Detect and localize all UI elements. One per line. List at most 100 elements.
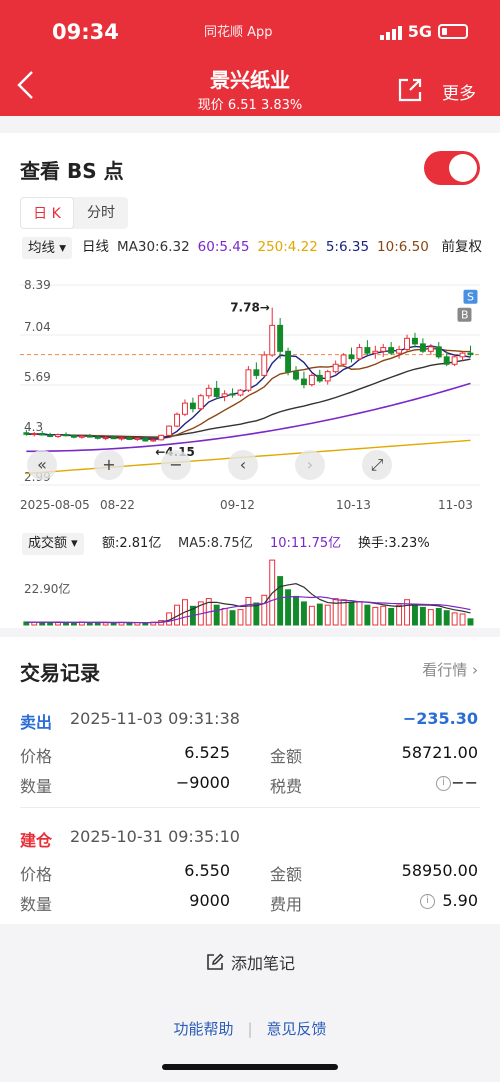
- kline-chart[interactable]: 8.397.045.694.32.997.78→←4.15SB«+−‹›⤢202…: [20, 273, 480, 513]
- candle-body: [427, 346, 434, 352]
- volume-ma5: MA5:8.75亿: [178, 536, 253, 551]
- ma-legend-item: 日线: [82, 239, 109, 255]
- candle-body: [332, 363, 339, 373]
- control-glyph: ‹: [240, 455, 246, 474]
- volume-bar: [419, 606, 426, 626]
- ma5-line: [26, 345, 471, 440]
- more-button[interactable]: 更多: [442, 79, 476, 104]
- bs-title: 查看 BS 点: [20, 159, 124, 183]
- price-value: 6.550: [184, 861, 230, 880]
- volume-bar: [467, 618, 474, 626]
- home-indicator: [162, 1064, 338, 1070]
- tab-daily-k[interactable]: 日 K: [20, 197, 74, 229]
- price-line: 现价 6.51 3.83%: [197, 98, 303, 113]
- y-tick-label: 7.04: [24, 320, 51, 334]
- volume-bar: [277, 576, 284, 626]
- volume-bar: [427, 609, 434, 626]
- volume-bar: [261, 594, 268, 626]
- candle-body: [412, 337, 418, 345]
- trade-type: 建仓: [20, 831, 53, 850]
- x-tick-label: 08-22: [100, 498, 135, 512]
- candle-body: [63, 434, 69, 437]
- volume-bar: [293, 595, 299, 626]
- tab-intraday[interactable]: 分时: [74, 197, 128, 229]
- buy-marker-label: B: [461, 309, 469, 322]
- qty-value: 9000: [189, 891, 230, 910]
- candle-body: [285, 350, 292, 373]
- ma10-line: [26, 347, 471, 440]
- volume-bar: [364, 604, 371, 626]
- fee-value: −−: [451, 773, 478, 792]
- candle-body: [277, 324, 284, 352]
- chart-control-button[interactable]: ‹: [228, 450, 258, 480]
- volume-bar: [348, 602, 355, 626]
- chart-control-button[interactable]: ⤢: [362, 450, 392, 480]
- amount-value: 58950.00: [401, 861, 478, 880]
- chart-control-button[interactable]: ›: [295, 450, 325, 480]
- candle-body: [39, 433, 46, 436]
- candle-body: [55, 434, 62, 437]
- footer-links: 功能帮助 | 意见反馈: [0, 1018, 500, 1039]
- help-link[interactable]: 功能帮助: [173, 1020, 233, 1038]
- candle-body: [118, 437, 125, 440]
- volume-select[interactable]: 成交额 ▾: [22, 533, 84, 555]
- x-tick-label: 09-12: [220, 498, 255, 512]
- candle-body: [31, 433, 38, 436]
- volume-bar: [459, 613, 466, 626]
- status-time: 09:34: [52, 20, 119, 44]
- qty-label: 数量: [20, 777, 53, 796]
- fee-value: 5.90: [442, 891, 478, 910]
- feedback-link[interactable]: 意见反馈: [267, 1020, 327, 1038]
- fee-label: 税费: [270, 777, 303, 796]
- volume-bar: [308, 605, 315, 626]
- volume-bar: [372, 606, 379, 626]
- records-title: 交易记录: [20, 661, 100, 685]
- control-glyph: +: [102, 455, 115, 474]
- ma-select[interactable]: 均线 ▾: [22, 237, 73, 259]
- candle-body: [380, 347, 387, 352]
- chart-control-button[interactable]: +: [94, 450, 124, 480]
- ma-items: 日线 MA30:6.32 60:5.45 250:4.22 5:6.35 10:6.50: [82, 237, 442, 257]
- network-label: 5G: [407, 22, 432, 41]
- trade-time: 2025-11-03 09:31:38: [70, 709, 240, 728]
- amount-value: 58721.00: [401, 743, 478, 762]
- candle-body: [166, 425, 173, 436]
- trade-records: 交易记录 看行情 › 卖出 2025-11-03 09:31:38 −235.3…: [0, 637, 500, 924]
- candle-body: [237, 389, 244, 396]
- qty-value: −9000: [175, 773, 230, 792]
- candle-body: [110, 437, 117, 440]
- candle-body: [182, 402, 188, 415]
- qty-label: 数量: [20, 895, 53, 914]
- candle-body: [102, 437, 109, 440]
- volume-bar: [221, 608, 228, 626]
- battery-icon: [438, 24, 468, 39]
- chart-control-button[interactable]: −: [161, 450, 191, 480]
- chart-control-button[interactable]: «: [27, 450, 57, 480]
- candle-body: [340, 354, 347, 365]
- volume-bar: [300, 601, 307, 626]
- candle-body: [435, 346, 442, 358]
- candle-body: [94, 436, 101, 439]
- share-icon[interactable]: [396, 76, 424, 104]
- candle-body: [364, 347, 371, 354]
- candle-body: [308, 374, 315, 386]
- x-tick-label: 10-13: [336, 498, 371, 512]
- volume-bar: [451, 612, 458, 626]
- volume-legend: 成交额 ▾ 额:2.81亿 MA5:8.75亿 10:11.75亿 换手:3.2…: [22, 533, 482, 555]
- restore-select[interactable]: 前复权: [442, 237, 483, 257]
- volume-bar: [324, 604, 331, 626]
- candle-body: [189, 402, 196, 410]
- sell-marker-label: S: [467, 291, 474, 304]
- candle-body: [459, 352, 466, 358]
- view-quote-link[interactable]: 看行情 ›: [422, 659, 478, 680]
- candle-body: [293, 371, 299, 380]
- candle-body: [396, 348, 403, 354]
- volume-bar: [388, 608, 395, 626]
- candle-body: [86, 435, 93, 438]
- bs-toggle[interactable]: [424, 151, 480, 185]
- candle-body: [197, 395, 204, 410]
- price-label: 价格: [20, 747, 53, 766]
- candle-body: [205, 387, 212, 397]
- add-note-button[interactable]: 添加笔记: [0, 950, 500, 974]
- candle-body: [174, 413, 180, 427]
